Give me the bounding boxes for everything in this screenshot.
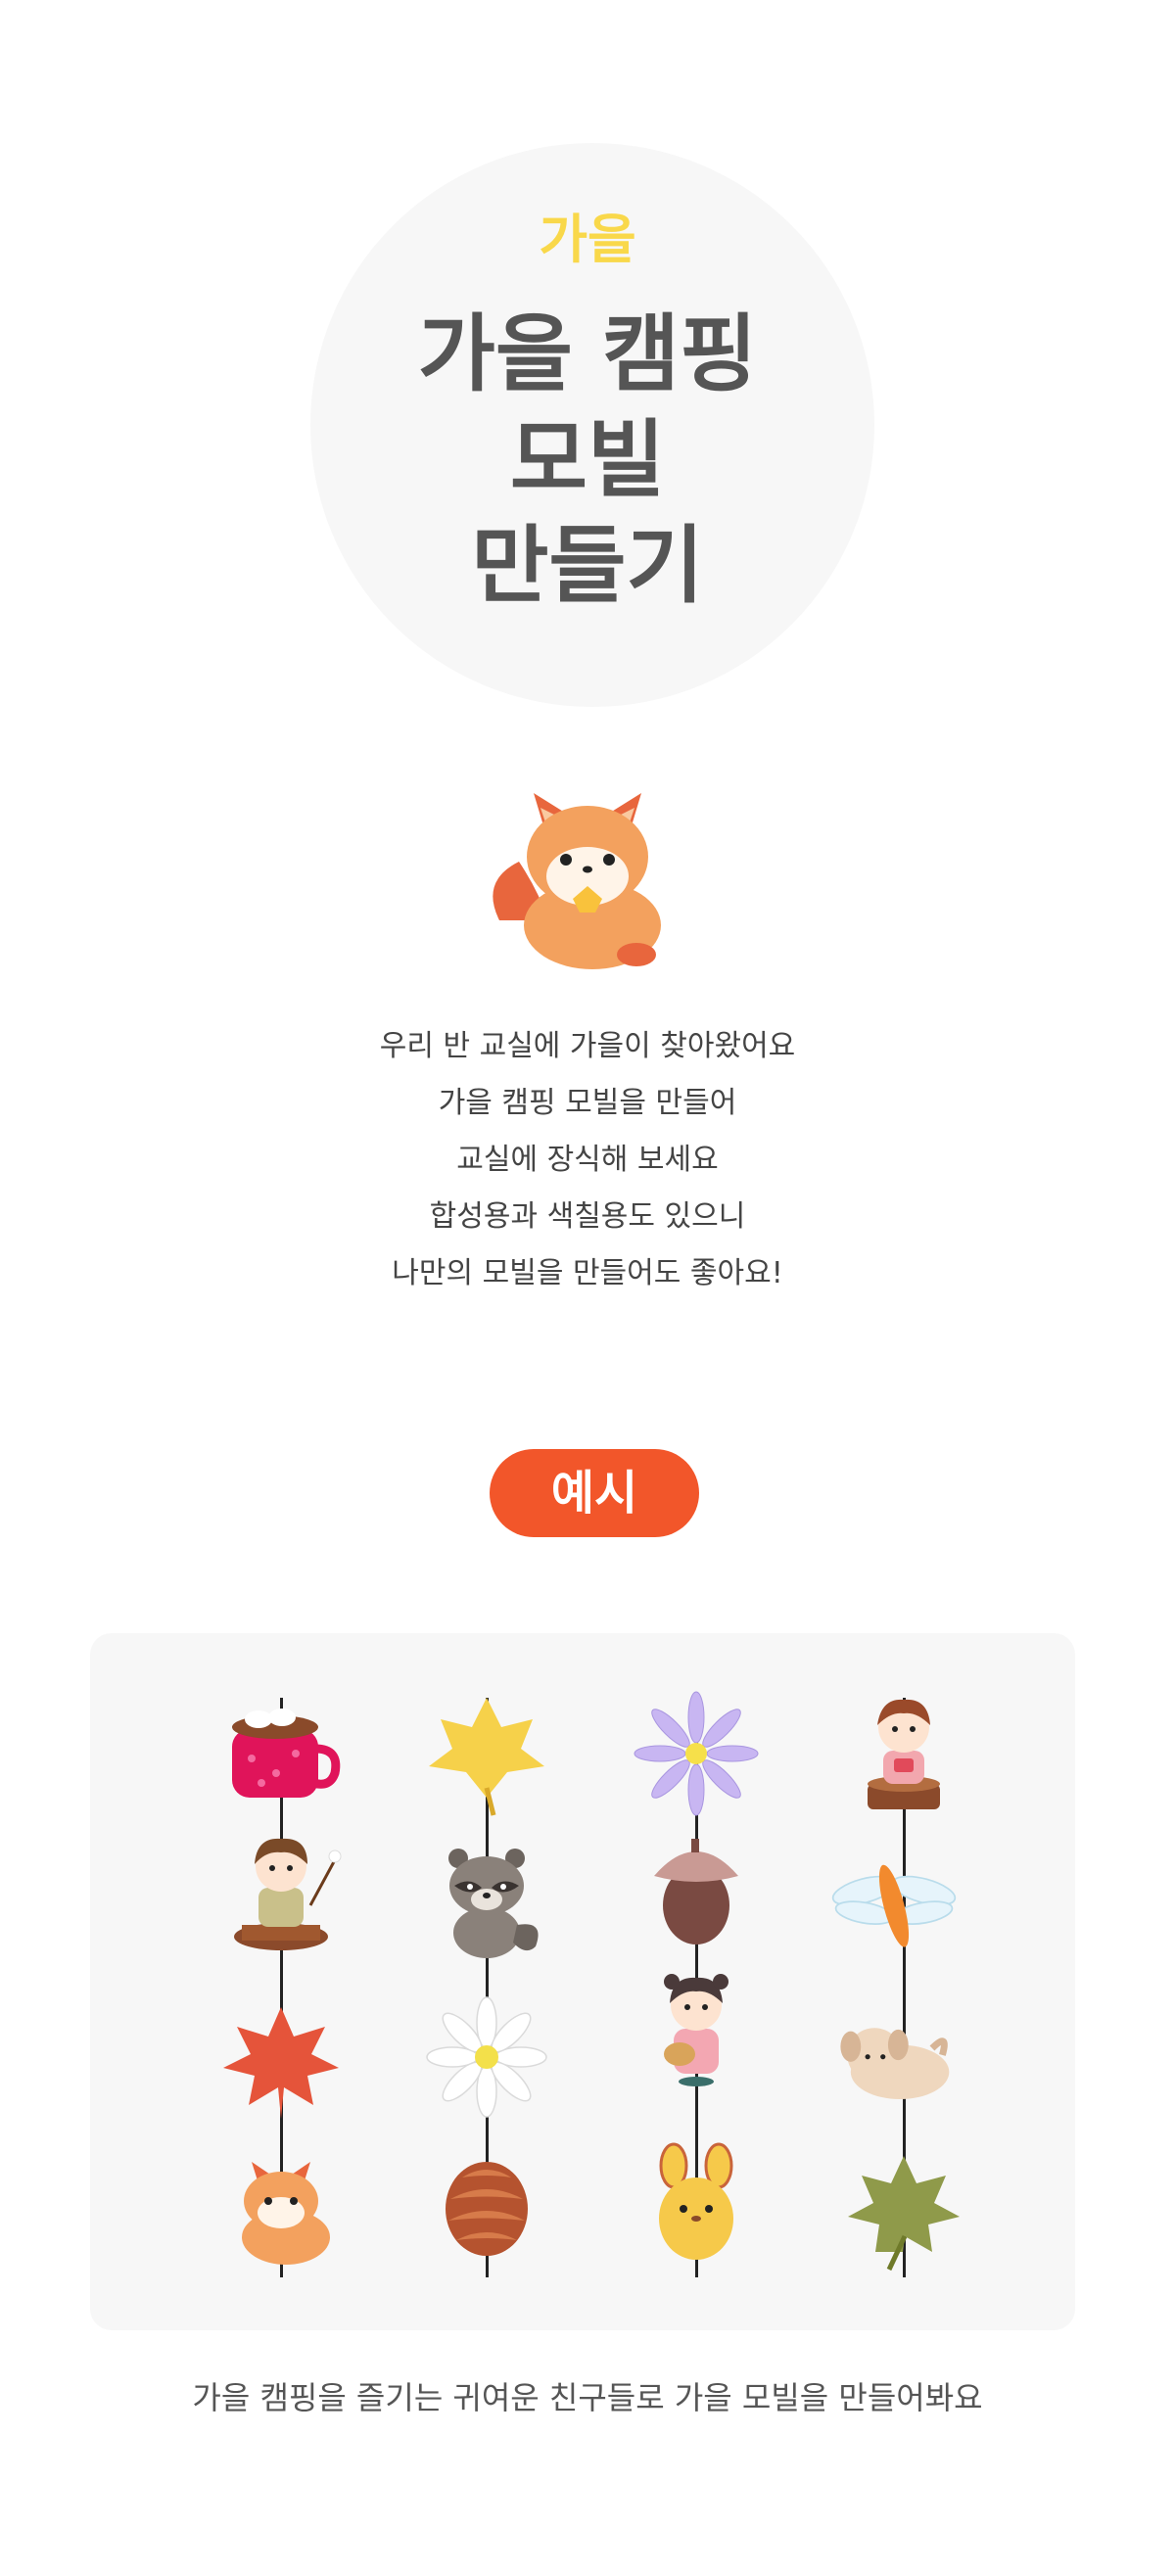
intro-text: 우리 반 교실에 가을이 찾아왔어요 가을 캠핑 모빌을 만들어 교실에 장식해… bbox=[0, 1018, 1175, 1302]
puppy-icon bbox=[840, 2028, 950, 2099]
girl-with-marshmallow-icon bbox=[234, 1838, 342, 1950]
season-label: 가을 bbox=[539, 209, 636, 270]
purple-aster-icon bbox=[634, 1691, 759, 1816]
pinecone-icon bbox=[446, 2162, 528, 2256]
intro-line: 우리 반 교실에 가을이 찾아왔어요 bbox=[379, 1029, 796, 1063]
white-daisy-icon bbox=[426, 1996, 547, 2118]
example-caption: 가을 캠핑을 즐기는 귀여운 친구들로 가을 모빌을 만들어봐요 bbox=[192, 2379, 983, 2416]
title-line-3: 만들기 bbox=[471, 517, 704, 615]
intro-line: 교실에 장식해 보세요 bbox=[456, 1143, 719, 1177]
yellow-rabbit-icon bbox=[659, 2142, 733, 2260]
girl-with-basket-icon bbox=[664, 1974, 728, 2086]
page-title: 가을 캠핑 모빌 만들기 bbox=[0, 302, 1175, 619]
example-badge: 예시 bbox=[490, 1449, 699, 1537]
acorn-icon bbox=[654, 1839, 738, 1944]
green-maple-leaf-icon bbox=[848, 2156, 960, 2272]
raccoon-icon bbox=[448, 1849, 539, 1958]
title-line-1: 가을 캠핑 bbox=[417, 305, 758, 403]
yellow-leaf-icon bbox=[429, 1698, 544, 1816]
intro-line: 나만의 모빌을 만들어도 좋아요! bbox=[392, 1256, 783, 1290]
fox-mascot-icon bbox=[493, 793, 661, 969]
intro-line: 합성용과 색칠용도 있으니 bbox=[429, 1199, 746, 1234]
intro-line: 가을 캠핑 모빌을 만들어 bbox=[438, 1086, 737, 1120]
boy-on-stump-icon bbox=[868, 1699, 940, 1809]
red-maple-leaf-icon bbox=[223, 2007, 339, 2119]
dragonfly-icon bbox=[831, 1864, 957, 1947]
cocoa-mug-icon bbox=[232, 1709, 341, 1798]
fox-icon bbox=[242, 2162, 330, 2265]
title-line-2: 모빌 bbox=[509, 411, 666, 509]
